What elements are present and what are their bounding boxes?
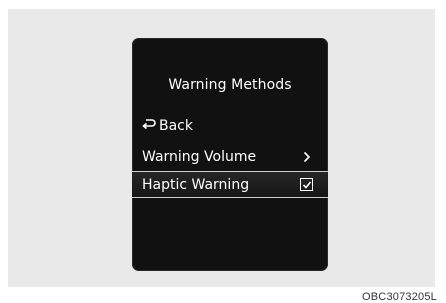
checkbox-checked-icon[interactable] <box>300 178 313 191</box>
back-arrow-icon <box>142 118 159 134</box>
back-button[interactable]: Back <box>142 118 193 134</box>
cluster-display: Warning Methods Back Warning Volume Hapt… <box>132 38 328 271</box>
menu-item-warning-volume[interactable]: Warning Volume <box>132 144 328 169</box>
menu-item-haptic-warning[interactable]: Haptic Warning <box>132 171 328 198</box>
chevron-right-icon <box>299 151 315 163</box>
screen-title: Warning Methods <box>168 77 292 93</box>
menu-item-label: Haptic Warning <box>142 176 250 193</box>
back-label: Back <box>159 118 193 134</box>
menu-item-label: Warning Volume <box>142 148 257 165</box>
figure-code: OBC3073205L <box>362 291 437 303</box>
